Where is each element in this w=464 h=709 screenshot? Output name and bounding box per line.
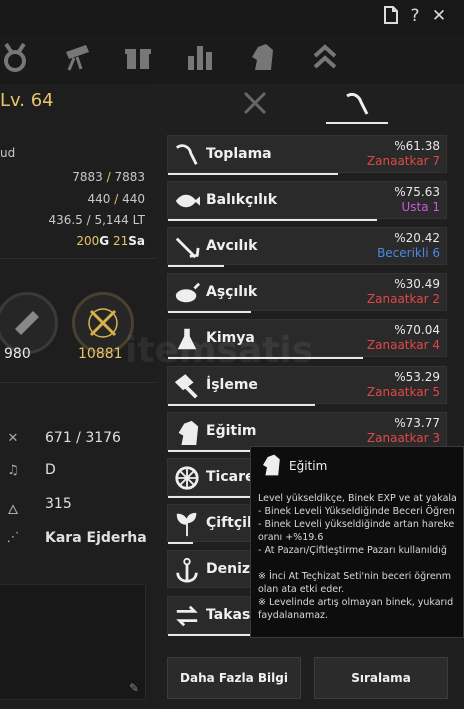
- training-icon: [259, 453, 283, 477]
- skill-row[interactable]: Avcılık %20.42 Becerikli 6: [167, 227, 447, 268]
- skill-level: Usta 1: [401, 200, 440, 215]
- fish-icon: [174, 188, 200, 214]
- skill-row[interactable]: Aşçılık %30.49 Zanaatkar 2: [167, 273, 447, 314]
- skill-percent: %53.29: [394, 369, 440, 384]
- crossed-swords-icon[interactable]: [240, 88, 274, 118]
- skill-percent: %30.49: [394, 277, 440, 292]
- tooltip-line: Level yükseldikçe, Binek EXP ve at yakal…: [258, 493, 457, 504]
- medal-value-1: 980: [4, 346, 31, 362]
- combat-icon: ✕: [7, 431, 19, 446]
- divider: [0, 382, 156, 383]
- telescope-icon[interactable]: [62, 42, 102, 76]
- tooltip-line: ※ Levelinde artış olmayan binek, yukarıd: [258, 597, 454, 608]
- weight-value: 436.5 / 5,144 LT: [48, 213, 145, 227]
- tooltip-line: ※ İnci At Teçhizat Seti'nin beceri öğren…: [258, 571, 451, 582]
- character-name: ud: [0, 146, 16, 160]
- trade-icon: [174, 465, 200, 491]
- skill-progress-bar: [168, 173, 338, 175]
- close-icon[interactable]: ✕: [428, 6, 450, 26]
- skill-row[interactable]: Eğitim %73.77 Zanaatkar 3: [167, 411, 447, 452]
- scroll-medal-icon[interactable]: [0, 292, 58, 354]
- medal-value-2: 10881: [78, 346, 123, 362]
- skill-tooltip: Eğitim Level yükseldikçe, Binek EXP ve a…: [250, 446, 464, 638]
- skill-row[interactable]: Balıkçılık %75.63 Usta 1: [167, 181, 447, 222]
- skill-level: Zanaatkar 5: [366, 384, 440, 399]
- cooking-icon: [174, 280, 201, 306]
- skill-name: Toplama: [206, 146, 272, 162]
- tooltip-line: faydalanamaz.: [258, 610, 329, 621]
- skill-level: Zanaatkar 4: [366, 338, 440, 353]
- barter-icon: [174, 603, 200, 629]
- gift-icon[interactable]: [123, 42, 163, 76]
- skill-level: Zanaatkar 2: [366, 292, 440, 307]
- music-icon: ♫: [7, 463, 19, 478]
- skill-level: Becerikli 6: [377, 246, 440, 261]
- skill-progress-bar: [168, 541, 193, 544]
- farming-icon: [174, 511, 200, 537]
- constellation-icon: ⋰: [6, 530, 20, 545]
- skill-percent: %75.63: [394, 185, 440, 200]
- processing-icon: [174, 373, 200, 399]
- skill-level: Zanaatkar 3: [366, 430, 440, 445]
- tooltip-line: olan ata etki eder.: [258, 584, 345, 595]
- skill-progress-bar: [168, 265, 224, 268]
- fire-icon: 🜂: [7, 503, 19, 518]
- tooltip-line: - At Pazarı/Çiftleştirme Pazarı kullanıl…: [258, 545, 447, 556]
- mp-value: 440 / 440: [87, 192, 145, 206]
- notes-box[interactable]: ✎: [0, 584, 146, 700]
- doc-icon[interactable]: [380, 6, 402, 29]
- skill-percent: %61.38: [394, 139, 440, 153]
- hp-value: 7883 / 7883: [72, 170, 145, 184]
- skill-name: Eğitim: [206, 422, 257, 439]
- constellation-value: Kara Ejderha: [45, 530, 147, 546]
- skill-percent: %73.77: [394, 415, 440, 430]
- energy-value: 315: [45, 496, 72, 512]
- skill-name: Aşçılık: [206, 284, 258, 301]
- sailing-icon: [174, 557, 200, 583]
- hunting-icon: [174, 234, 200, 260]
- chevron-up-icon[interactable]: [310, 42, 350, 76]
- medal-icon[interactable]: [0, 42, 40, 76]
- training-icon: [174, 419, 200, 445]
- help-icon[interactable]: ?: [404, 6, 426, 26]
- skill-name: Balıkçılık: [206, 192, 278, 209]
- skill-percent: %70.04: [394, 323, 440, 338]
- tooltip-line: - Binek Leveli yükseldiğinde artan harek…: [258, 519, 455, 530]
- character-level: Lv. 64: [0, 90, 54, 111]
- time-value: 200G 21Sa: [76, 234, 145, 248]
- more-info-button[interactable]: Daha Fazla Bilgi: [167, 657, 301, 699]
- gather-icon[interactable]: [326, 88, 388, 124]
- pencil-icon[interactable]: ✎: [129, 681, 139, 695]
- divider: [0, 258, 156, 259]
- ranking-button[interactable]: Sıralama: [314, 657, 448, 699]
- skill-row[interactable]: İşleme %53.29 Zanaatkar 5: [167, 365, 447, 406]
- ranking-icon[interactable]: [185, 42, 225, 76]
- tooltip-title: Eğitim: [289, 459, 328, 473]
- watermark: itemsatis: [125, 330, 314, 371]
- skill-percent: %20.42: [394, 231, 440, 246]
- skill-progress-bar: [168, 219, 377, 222]
- skill-name: Avcılık: [206, 238, 258, 255]
- skill-name: Takas: [206, 607, 251, 623]
- gathering-icon: [174, 142, 200, 168]
- skill-level: Zanaatkar 7: [366, 154, 440, 168]
- skill-row[interactable]: Toplama %61.38 Zanaatkar 7: [167, 135, 447, 175]
- horse-head-icon[interactable]: [247, 42, 287, 76]
- skill-progress-bar: [168, 403, 315, 406]
- skill-progress-bar: [168, 311, 251, 314]
- combat-exp-value: 671 / 3176: [45, 430, 121, 446]
- music-grade-value: D: [45, 462, 56, 478]
- tooltip-line: - Binek Leveli Yükseldiğinde Beceri Öğre…: [258, 506, 455, 517]
- tooltip-line: oranı +%19.6: [258, 532, 324, 543]
- skill-name: İşleme: [206, 376, 258, 393]
